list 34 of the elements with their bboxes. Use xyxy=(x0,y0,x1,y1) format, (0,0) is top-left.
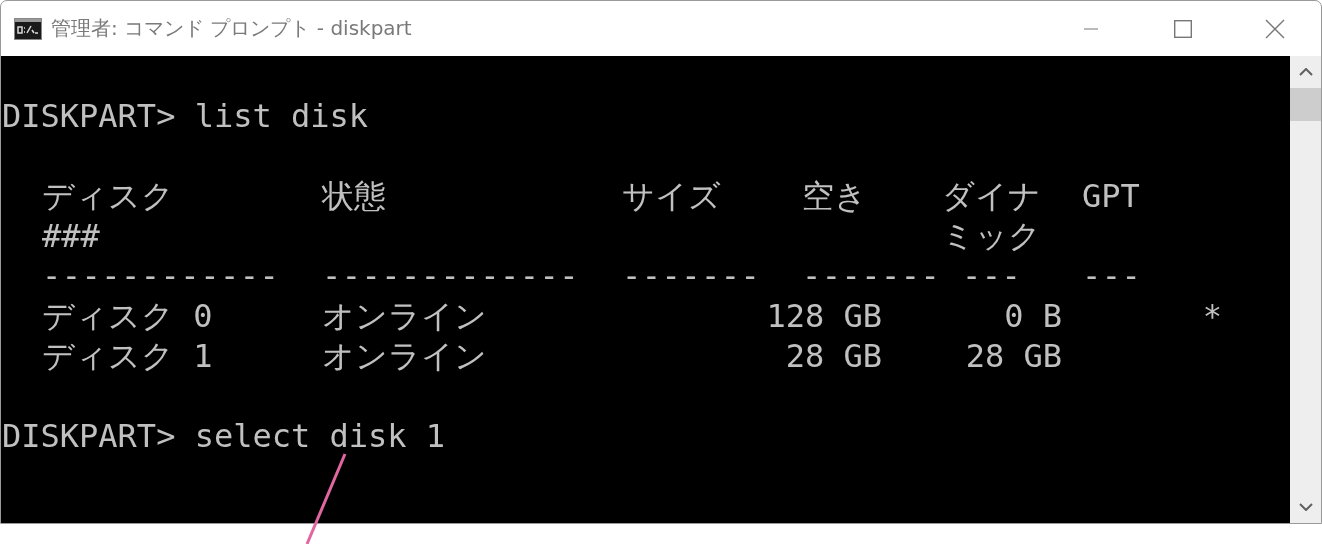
table-cell: 28 GB xyxy=(785,336,882,376)
column-header: 状態 xyxy=(322,176,386,216)
table-cell: 0 B xyxy=(1004,296,1062,336)
scroll-down-icon[interactable] xyxy=(1298,503,1313,511)
command-line: DISKPART> select disk 1 xyxy=(2,416,446,456)
column-header: サイズ xyxy=(622,176,721,216)
column-header: 空き xyxy=(802,176,867,216)
scrollbar-thumb[interactable] xyxy=(1290,88,1321,121)
separator-dashes: ------------ xyxy=(42,256,280,296)
command-line: DISKPART> list disk xyxy=(2,96,369,136)
separator-dashes: ------- xyxy=(622,256,761,296)
console-icon xyxy=(14,17,42,40)
table-cell: オンライン xyxy=(322,296,487,336)
column-header: GPT xyxy=(1082,176,1140,216)
close-icon xyxy=(1265,18,1285,39)
separator-dashes: --- xyxy=(962,256,1022,296)
separator-dashes: ------- xyxy=(802,256,941,296)
table-cell: オンライン xyxy=(322,336,487,376)
column-header: ### xyxy=(42,216,100,256)
table-cell: ディスク 0 xyxy=(42,296,213,336)
separator-dashes: --- xyxy=(1082,256,1142,296)
table-cell: 28 GB xyxy=(965,336,1062,376)
window-title: 管理者: コマンド プロンプト - diskpart xyxy=(51,15,412,42)
column-header: ミック xyxy=(942,216,1041,256)
minimize-icon xyxy=(1084,27,1098,30)
maximize-icon xyxy=(1174,19,1192,38)
column-header: ダイナ xyxy=(942,176,1041,216)
table-cell: 128 GB xyxy=(766,296,882,336)
scroll-up-icon[interactable] xyxy=(1298,68,1313,76)
scrollbar[interactable] xyxy=(1290,56,1321,523)
table-cell: ディスク 1 xyxy=(42,336,213,376)
table-cell: * xyxy=(1202,296,1222,336)
separator-dashes: ------------- xyxy=(322,256,579,296)
column-header: ディスク xyxy=(42,176,174,216)
